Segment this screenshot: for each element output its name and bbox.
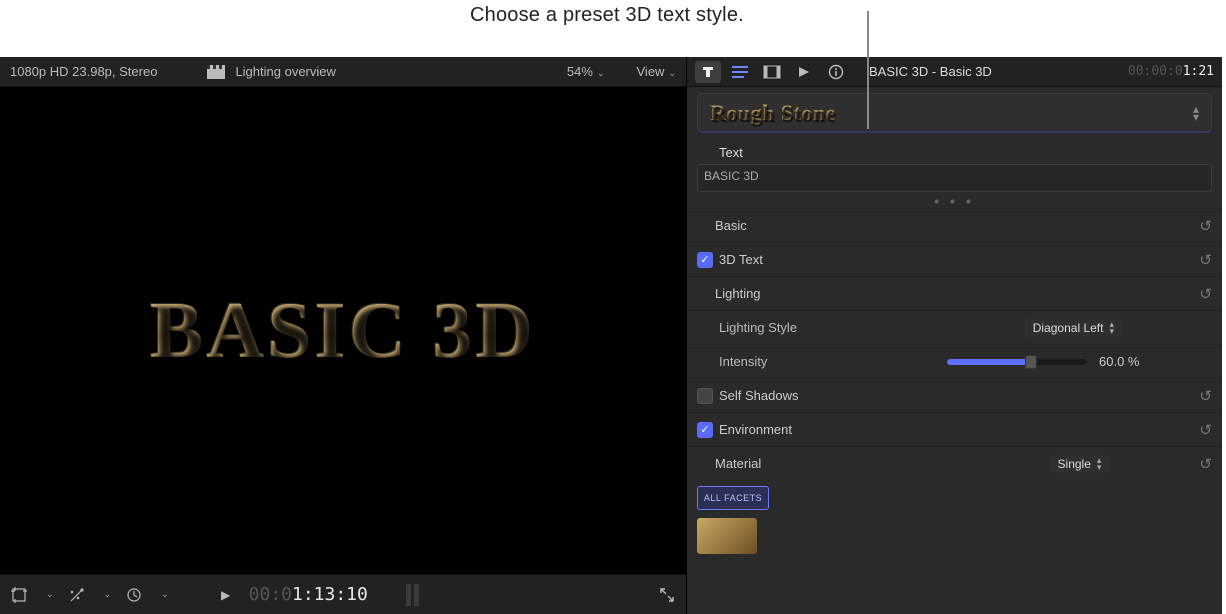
basic-label: Basic: [697, 218, 947, 233]
audio-meter: [406, 584, 419, 606]
lighting-style-row: Lighting Style Diagonal Left ▴▾: [687, 310, 1222, 344]
view-menu[interactable]: View⌄: [637, 64, 677, 79]
material-label: Material: [697, 456, 947, 471]
environment-header[interactable]: ✓ Environment ↺: [687, 412, 1222, 446]
intensity-row: Intensity 60.0 %: [687, 344, 1222, 378]
chevron-down-icon[interactable]: ⌄: [161, 589, 169, 600]
lighting-group-header[interactable]: Lighting ↺: [687, 276, 1222, 310]
viewer-header: 1080p HD 23.98p, Stereo Lighting overvie…: [0, 57, 686, 87]
viewer-footer: ⌄ ⌄ ⌄ ▶ 00:01:13:10: [0, 574, 686, 614]
self-shadows-header[interactable]: ✓ Self Shadows ↺: [687, 378, 1222, 412]
inspector-header: BASIC 3D - Basic 3D 00:00:01:21: [687, 57, 1222, 87]
chevron-down-icon: ⌄: [668, 68, 676, 78]
video-inspector-tab[interactable]: [759, 61, 785, 83]
retime-tool-icon[interactable]: [125, 586, 143, 604]
3d-text-checkbox[interactable]: ✓: [697, 252, 713, 268]
text-section-label: Text: [687, 139, 1222, 164]
crop-tool-icon[interactable]: [10, 586, 28, 604]
material-facets-row: ALL FACETS: [687, 480, 1222, 516]
viewer-pane: 1080p HD 23.98p, Stereo Lighting overvie…: [0, 57, 687, 614]
material-thumbnail[interactable]: [697, 518, 757, 554]
callout-line: [867, 11, 869, 129]
info-inspector-tab[interactable]: [823, 61, 849, 83]
material-type-popup[interactable]: Single ▴▾: [1050, 455, 1110, 473]
fullscreen-icon[interactable]: [658, 586, 676, 604]
inspector-pane: BASIC 3D - Basic 3D 00:00:01:21 Rough St…: [687, 57, 1222, 614]
chevron-down-icon[interactable]: ⌄: [104, 589, 112, 600]
generator-inspector-tab[interactable]: [791, 61, 817, 83]
updown-icon: ▴▾: [1097, 457, 1102, 471]
self-shadows-checkbox[interactable]: ✓: [697, 388, 713, 404]
chevron-down-icon: ⌄: [597, 68, 605, 78]
clapper-icon: [207, 63, 225, 81]
zoom-menu[interactable]: 54%⌄: [567, 64, 605, 79]
format-label: 1080p HD 23.98p, Stereo: [10, 64, 157, 79]
reset-icon[interactable]: ↺: [1199, 455, 1212, 473]
lighting-label: Lighting: [697, 286, 947, 301]
intensity-value[interactable]: 60.0 %: [1099, 354, 1139, 369]
basic-group-header[interactable]: Basic ↺: [687, 208, 1222, 242]
inspector-timecode: 00:00:01:21: [1128, 64, 1214, 79]
self-shadows-label: Self Shadows: [719, 388, 799, 403]
updown-icon: ▴▾: [1193, 105, 1199, 121]
reset-icon[interactable]: ↺: [1199, 285, 1212, 303]
reset-icon[interactable]: ↺: [1199, 421, 1212, 439]
preset-style-popup[interactable]: Rough Stone ▴▾: [697, 93, 1212, 133]
reset-icon[interactable]: ↺: [1199, 387, 1212, 405]
reset-icon[interactable]: ↺: [1199, 251, 1212, 269]
play-icon[interactable]: ▶: [217, 586, 235, 604]
3d-text-label: 3D Text: [719, 252, 763, 267]
inspector-clip-name: BASIC 3D - Basic 3D: [869, 64, 992, 79]
lighting-style-label: Lighting Style: [697, 320, 947, 335]
help-annotation: Choose a preset 3D text style.: [470, 4, 744, 27]
resize-handle-icon[interactable]: ● ● ●: [687, 196, 1222, 208]
title-text-3d[interactable]: BASIC 3D: [150, 286, 536, 377]
text-inspector-tab[interactable]: [695, 61, 721, 83]
text-field[interactable]: BASIC 3D: [697, 164, 1212, 192]
viewer-canvas[interactable]: BASIC 3D: [0, 87, 686, 574]
3d-text-group-header[interactable]: ✓ 3D Text ↺: [687, 242, 1222, 276]
preset-style-name: Rough Stone: [710, 100, 836, 126]
enhance-tool-icon[interactable]: [68, 586, 86, 604]
app-window: 1080p HD 23.98p, Stereo Lighting overvie…: [0, 57, 1222, 614]
environment-label: Environment: [719, 422, 792, 437]
chevron-down-icon[interactable]: ⌄: [46, 589, 54, 600]
reset-icon[interactable]: ↺: [1199, 217, 1212, 235]
viewer-timecode[interactable]: 00:01:13:10: [249, 584, 368, 605]
paragraph-inspector-tab[interactable]: [727, 61, 753, 83]
material-header[interactable]: Material Single ▴▾ ↺: [687, 446, 1222, 480]
lighting-style-popup[interactable]: Diagonal Left ▴▾: [1025, 319, 1122, 337]
all-facets-chip[interactable]: ALL FACETS: [697, 486, 769, 510]
intensity-slider[interactable]: [947, 359, 1087, 365]
environment-checkbox[interactable]: ✓: [697, 422, 713, 438]
clip-name[interactable]: Lighting overview: [235, 64, 335, 79]
updown-icon: ▴▾: [1109, 321, 1114, 335]
intensity-label: Intensity: [697, 354, 947, 369]
